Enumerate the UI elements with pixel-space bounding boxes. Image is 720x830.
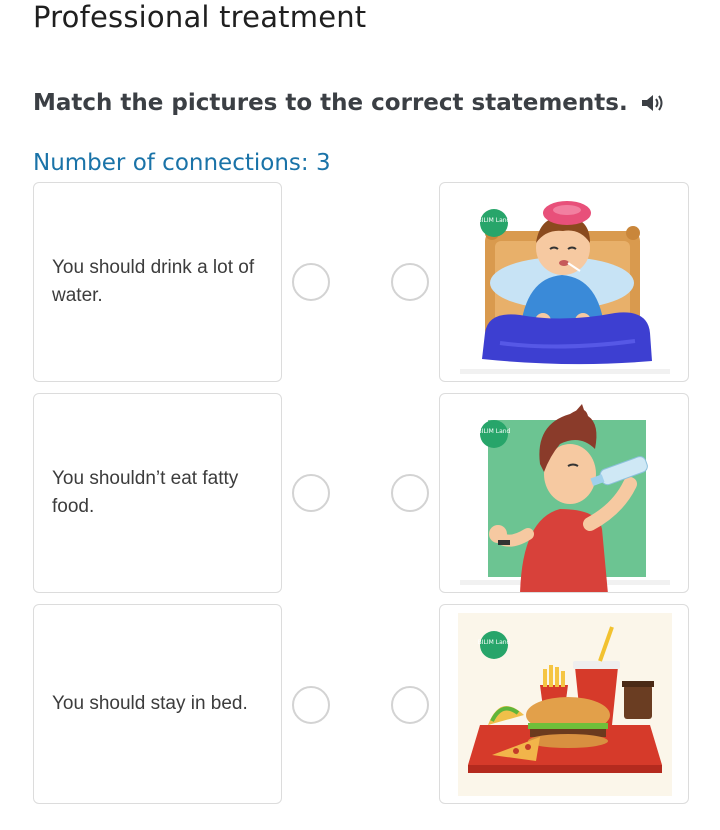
page-title: Professional treatment: [33, 0, 367, 34]
picture-connector-radio[interactable]: [391, 474, 429, 512]
picture-connector-radio[interactable]: [391, 263, 429, 301]
instruction-row: Match the pictures to the correct statem…: [33, 90, 666, 116]
drinking-water-illustration: BILIM Land: [460, 404, 670, 592]
sick-boy-illustration: BILIM Land: [460, 201, 670, 374]
logo-text: BILIM Land: [478, 639, 511, 646]
logo-text: BILIM Land: [478, 428, 511, 435]
picture-card-drinking-water[interactable]: BILIM Land: [439, 393, 689, 593]
statement-card[interactable]: You should drink a lot of water.: [33, 182, 282, 382]
instruction-text: Match the pictures to the correct statem…: [33, 90, 628, 116]
fast-food-illustration: BILIM Land: [458, 613, 672, 796]
statement-card[interactable]: You should stay in bed.: [33, 604, 282, 804]
statement-text: You shouldn’t eat fatty food.: [52, 468, 239, 517]
statement-text: You should stay in bed.: [52, 693, 248, 714]
picture-card-fast-food[interactable]: BILIM Land: [439, 604, 689, 804]
statement-connector-radio[interactable]: [292, 474, 330, 512]
statement-text: You should drink a lot of water.: [52, 257, 255, 306]
picture-connector-radio[interactable]: [391, 686, 429, 724]
statement-connector-radio[interactable]: [292, 263, 330, 301]
connections-counter: Number of connections: 3: [33, 150, 331, 176]
statement-card[interactable]: You shouldn’t eat fatty food.: [33, 393, 282, 593]
logo-text: BILIM Land: [478, 217, 511, 224]
picture-card-sick-boy[interactable]: BILIM Land: [439, 182, 689, 382]
speaker-icon[interactable]: [640, 92, 666, 114]
statement-connector-radio[interactable]: [292, 686, 330, 724]
